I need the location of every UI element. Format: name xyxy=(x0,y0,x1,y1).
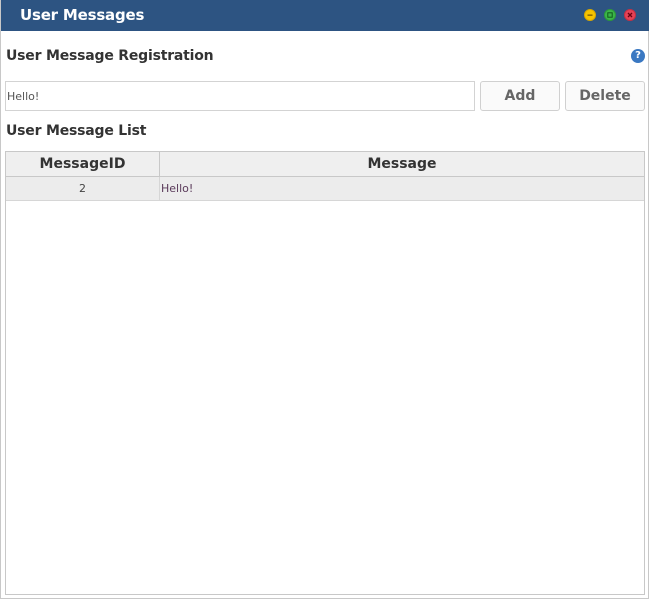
add-button[interactable]: Add xyxy=(480,81,560,111)
list-title: User Message List xyxy=(6,123,147,139)
registration-title: User Message Registration xyxy=(6,48,214,64)
column-header-messageid[interactable]: MessageID xyxy=(6,152,160,176)
delete-button[interactable]: Delete xyxy=(565,81,645,111)
restore-icon xyxy=(607,12,613,18)
close-icon xyxy=(627,12,633,18)
restore-button[interactable] xyxy=(604,9,616,21)
user-messages-window: User Messages User Message Registration … xyxy=(0,0,649,599)
message-grid[interactable]: MessageID Message 2 Hello! xyxy=(5,151,645,595)
help-icon[interactable]: ? xyxy=(631,49,645,63)
message-input[interactable] xyxy=(5,81,475,111)
close-button[interactable] xyxy=(624,9,636,21)
window-title: User Messages xyxy=(20,6,145,24)
column-header-message[interactable]: Message xyxy=(160,152,644,176)
table-row[interactable]: 2 Hello! xyxy=(6,177,644,201)
title-bar[interactable]: User Messages xyxy=(1,0,649,31)
cell-message: Hello! xyxy=(161,182,194,195)
grid-header: MessageID Message xyxy=(6,152,644,177)
minimize-button[interactable] xyxy=(584,9,596,21)
minimize-icon xyxy=(587,14,593,16)
cell-message-id: 2 xyxy=(6,177,160,200)
